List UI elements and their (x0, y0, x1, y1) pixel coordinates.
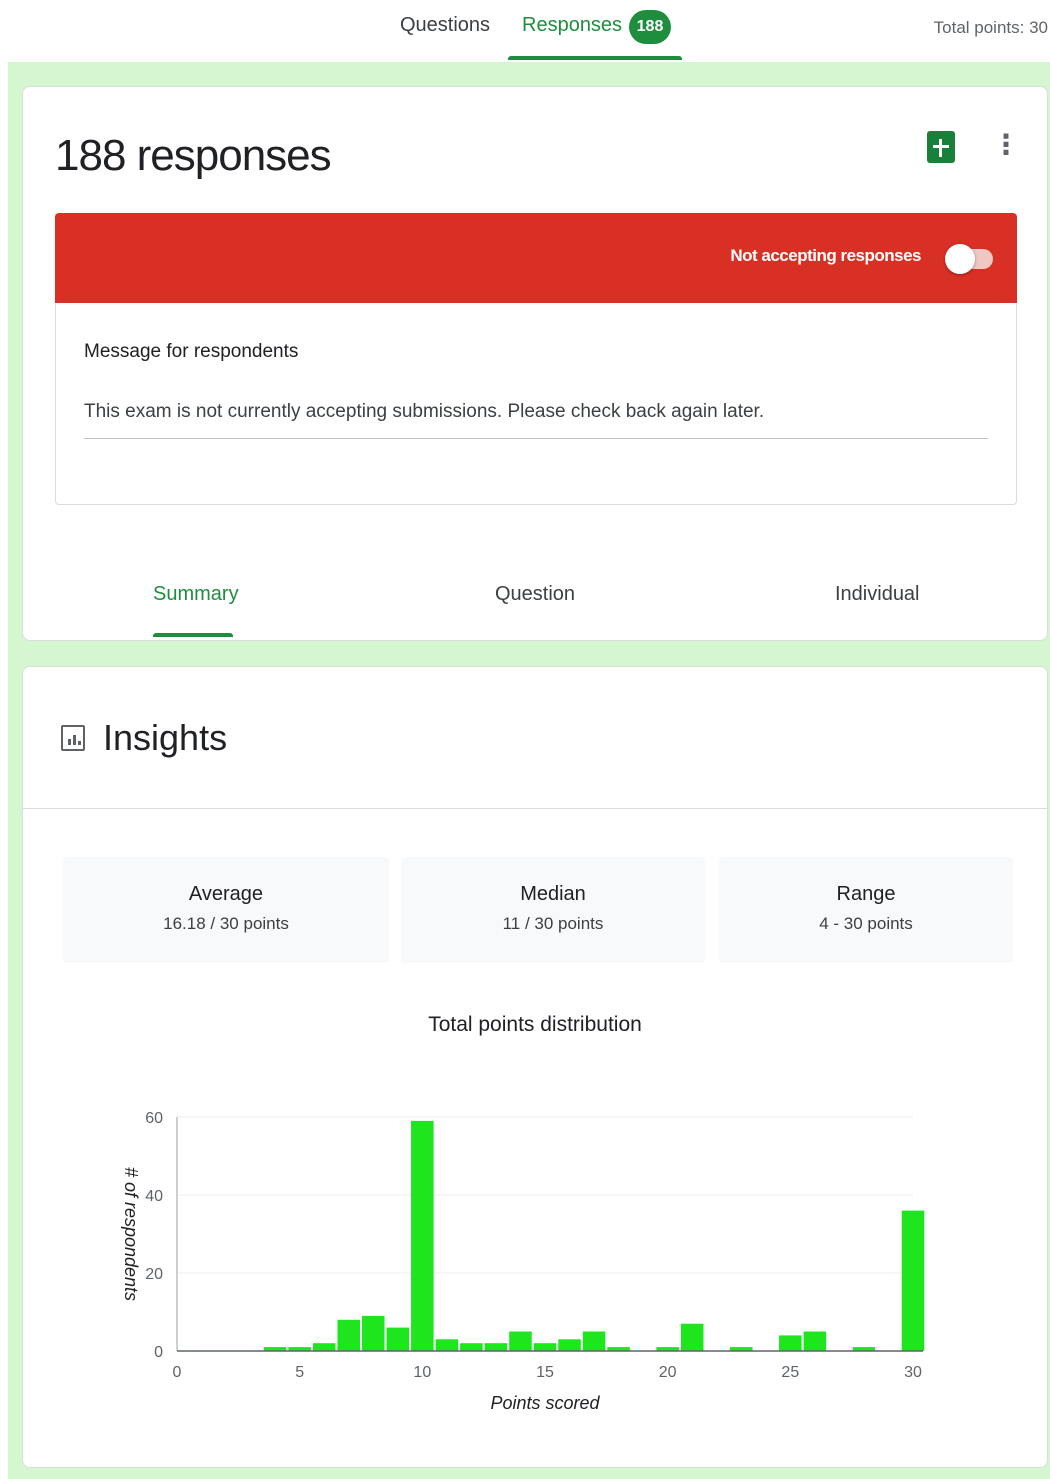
insights-divider (23, 808, 1047, 809)
histogram-bar (779, 1335, 802, 1351)
histogram-bar (386, 1327, 410, 1351)
histogram-bar (558, 1339, 581, 1351)
histogram-bar (337, 1319, 360, 1351)
stat-label: Range (836, 883, 896, 905)
tab-questions[interactable]: Questions (400, 14, 490, 37)
responses-card: 188 responses ⋮ Not accepting responses … (22, 86, 1048, 641)
stat-value: 16.18 / 30 points (163, 914, 289, 933)
subtab-individual[interactable]: Individual (835, 583, 920, 606)
histogram-bar (484, 1343, 508, 1351)
stat-average: Average 16.18 / 30 points (63, 857, 389, 963)
stat-value: 11 / 30 points (502, 914, 604, 933)
x-tick-label: 0 (173, 1364, 182, 1381)
spreadsheet-icon[interactable] (927, 131, 955, 163)
toggle-knob (945, 244, 975, 274)
message-label: Message for respondents (84, 341, 299, 362)
message-input[interactable] (84, 391, 988, 439)
x-tick-label: 20 (659, 1364, 677, 1381)
x-axis-title: Points scored (490, 1393, 600, 1413)
stat-label: Median (520, 883, 586, 905)
active-subtab-indicator (153, 633, 233, 637)
x-tick-label: 30 (904, 1364, 922, 1381)
histogram-bar (680, 1323, 704, 1351)
x-tick-label: 10 (413, 1364, 431, 1381)
x-tick-label: 5 (295, 1364, 304, 1381)
histogram-bar (460, 1343, 483, 1351)
subtab-question[interactable]: Question (495, 583, 575, 606)
points-distribution-chart: 0 20 40 60 0 5 10 15 20 25 30 Points scored # of res… (121, 1110, 925, 1413)
accepting-responses-toggle[interactable] (945, 244, 993, 274)
insights-card: Insights Average 16.18 / 30 points Media… (22, 666, 1048, 1468)
y-tick-label: 40 (145, 1188, 163, 1205)
more-vert-icon[interactable]: ⋮ (991, 127, 1021, 167)
responses-title: 188 responses (55, 131, 332, 180)
stat-median: Median 11 / 30 points (401, 857, 705, 963)
y-tick-label: 20 (145, 1266, 163, 1283)
subtab-summary[interactable]: Summary (153, 583, 239, 606)
histogram-bar (901, 1210, 925, 1351)
total-points-label: Total points: 30 (933, 18, 1048, 37)
chart-title: Total points distribution (428, 1013, 642, 1036)
histogram-bar (509, 1331, 532, 1351)
top-nav: Questions Responses 188 Total points: 30 (0, 0, 1050, 62)
y-tick-label: 0 (154, 1344, 163, 1361)
responses-count-badge: 188 (629, 10, 671, 44)
histogram-bar (582, 1331, 606, 1351)
accepting-status-label: Not accepting responses (730, 246, 921, 265)
message-box: Message for respondents (55, 303, 1017, 505)
x-tick-label: 25 (781, 1364, 799, 1381)
stat-value: 4 - 30 points (819, 914, 913, 933)
stat-range: Range 4 - 30 points (719, 857, 1013, 963)
histogram-bar (411, 1120, 434, 1351)
accepting-responses-banner: Not accepting responses (55, 213, 1017, 303)
y-tick-label: 60 (145, 1110, 163, 1127)
x-tick-label: 15 (536, 1364, 554, 1381)
insights-chart-icon (61, 725, 85, 751)
insights-title: Insights (103, 717, 228, 758)
active-tab-indicator (508, 56, 682, 60)
y-axis-title: # of respondents (121, 1167, 141, 1301)
stat-label: Average (188, 883, 264, 905)
tab-responses[interactable]: Responses (522, 14, 622, 37)
histogram-bar (533, 1343, 557, 1351)
histogram-bar (803, 1331, 827, 1351)
histogram-bar (362, 1315, 385, 1351)
histogram-bar (312, 1343, 336, 1351)
histogram-bar (435, 1339, 459, 1351)
